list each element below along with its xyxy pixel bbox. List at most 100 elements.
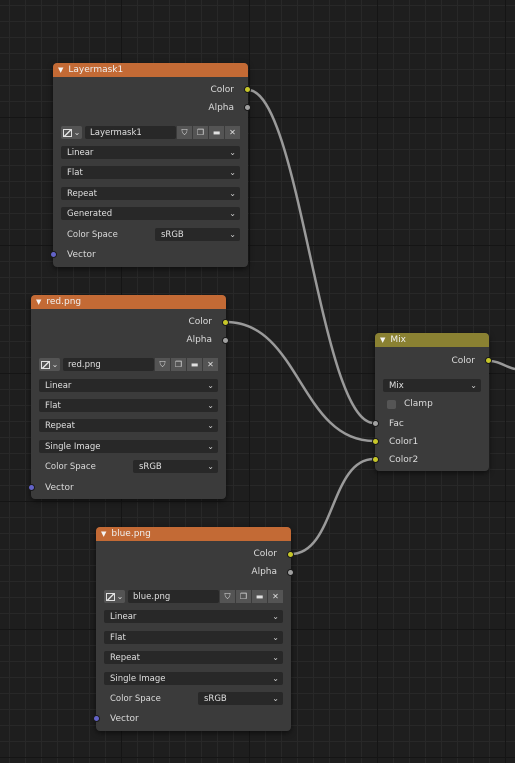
extension-dropdown[interactable]: Repeat ⌄ [39, 419, 218, 432]
chevron-down-icon: ⌄ [229, 230, 236, 239]
copy-icon[interactable]: ❐ [236, 590, 251, 603]
dropdown-value: Mix [389, 380, 404, 391]
image-texture-node-layermask[interactable]: ▼ Layermask1 Color Alpha ⌄ Layermask1 ⛉ … [50, 63, 251, 267]
source-dropdown[interactable]: Single Image ⌄ [39, 440, 218, 453]
source-dropdown[interactable]: Generated ⌄ [61, 207, 240, 220]
shield-icon[interactable]: ⛉ [177, 126, 192, 139]
close-icon[interactable]: ✕ [268, 590, 283, 603]
node-header[interactable]: ▼ blue.png [96, 527, 291, 541]
color2-input-socket[interactable] [372, 456, 379, 463]
color-space-row: Color Space sRGB ⌄ [39, 460, 218, 473]
projection-dropdown[interactable]: Flat ⌄ [104, 631, 283, 644]
image-name-field[interactable]: Layermask1 [85, 126, 176, 139]
folder-icon[interactable]: ▬ [252, 590, 267, 603]
image-name-field[interactable]: blue.png [128, 590, 219, 603]
node-header[interactable]: ▼ Mix [375, 333, 489, 347]
image-texture-node-blue[interactable]: ▼ blue.png Color Alpha ⌄ blue.png ⛉ ❐ ▬ … [93, 527, 294, 731]
mix-rgb-node[interactable]: ▼ Mix Color Mix ⌄ Clamp Fac Color1 Color2 [372, 333, 492, 471]
color-output-socket[interactable] [244, 86, 251, 93]
color-output-socket[interactable] [287, 551, 294, 558]
chevron-down-icon: ⌄ [229, 168, 236, 177]
image-name-field[interactable]: red.png [63, 358, 154, 371]
projection-dropdown[interactable]: Flat ⌄ [61, 166, 240, 179]
dropdown-value: Linear [67, 147, 94, 158]
color-space-dropdown[interactable]: sRGB ⌄ [155, 228, 240, 241]
chevron-down-icon: ⌄ [207, 421, 214, 430]
source-dropdown[interactable]: Single Image ⌄ [104, 672, 283, 685]
output-label: Alpha [208, 103, 234, 113]
interpolation-dropdown[interactable]: Linear ⌄ [104, 610, 283, 623]
chevron-down-icon: ⌄ [73, 128, 81, 137]
shield-icon[interactable]: ⛉ [155, 358, 170, 371]
vector-input-socket[interactable] [50, 251, 57, 258]
dropdown-value: sRGB [161, 229, 184, 240]
chevron-down-icon: ⌄ [51, 360, 59, 369]
link-layermask-color-to-mix-fac [247, 88, 375, 425]
blend-type-dropdown[interactable]: Mix ⌄ [383, 379, 481, 392]
projection-dropdown[interactable]: Flat ⌄ [39, 399, 218, 412]
image-texture-node-red[interactable]: ▼ red.png Color Alpha ⌄ red.png ⛉ ❐ ▬ ✕ … [28, 295, 229, 499]
color-space-label: Color Space [110, 693, 161, 704]
output-alpha: Alpha [251, 565, 277, 579]
chevron-down-icon: ⌄ [470, 381, 477, 390]
output-label: Alpha [186, 335, 212, 345]
shield-icon[interactable]: ⛉ [220, 590, 235, 603]
dropdown-value: Linear [45, 380, 72, 391]
extension-dropdown[interactable]: Repeat ⌄ [61, 187, 240, 200]
input-label: Vector [110, 714, 139, 724]
close-icon[interactable]: ✕ [203, 358, 218, 371]
input-label: Color1 [389, 437, 419, 447]
interpolation-dropdown[interactable]: Linear ⌄ [61, 146, 240, 159]
input-vector: Vector [45, 481, 74, 495]
input-fac: Fac [389, 417, 404, 431]
alpha-output-socket[interactable] [222, 337, 229, 344]
image-selector: ⌄ blue.png ⛉ ❐ ▬ ✕ [104, 590, 283, 603]
fac-input-socket[interactable] [372, 420, 379, 427]
interpolation-dropdown[interactable]: Linear ⌄ [39, 379, 218, 392]
collapse-icon[interactable]: ▼ [58, 66, 63, 74]
node-header[interactable]: ▼ red.png [31, 295, 226, 309]
alpha-output-socket[interactable] [244, 104, 251, 111]
copy-icon[interactable]: ❐ [193, 126, 208, 139]
image-browse-button[interactable]: ⌄ [104, 590, 125, 603]
output-label: Color [253, 549, 278, 559]
dropdown-value: Single Image [110, 673, 166, 684]
output-color: Color [189, 315, 213, 329]
vector-input-socket[interactable] [28, 484, 35, 491]
color-output-socket[interactable] [485, 357, 492, 364]
dropdown-value: Repeat [67, 188, 97, 199]
dropdown-value: Repeat [110, 652, 140, 663]
copy-icon[interactable]: ❐ [171, 358, 186, 371]
image-browse-button[interactable]: ⌄ [61, 126, 82, 139]
color-space-row: Color Space sRGB ⌄ [61, 228, 240, 241]
node-header[interactable]: ▼ Layermask1 [53, 63, 248, 77]
input-label: Vector [67, 250, 96, 260]
folder-icon[interactable]: ▬ [187, 358, 202, 371]
folder-icon[interactable]: ▬ [209, 126, 224, 139]
image-browse-button[interactable]: ⌄ [39, 358, 60, 371]
input-vector: Vector [67, 248, 96, 262]
close-icon[interactable]: ✕ [225, 126, 240, 139]
chevron-down-icon: ⌄ [229, 189, 236, 198]
clamp-checkbox-row[interactable]: Clamp [387, 397, 433, 411]
input-label: Color2 [389, 455, 419, 465]
output-color: Color [254, 547, 278, 561]
input-vector: Vector [110, 712, 139, 726]
collapse-icon[interactable]: ▼ [380, 336, 385, 344]
extension-dropdown[interactable]: Repeat ⌄ [104, 651, 283, 664]
image-selector: ⌄ Layermask1 ⛉ ❐ ▬ ✕ [61, 126, 240, 139]
dropdown-value: sRGB [204, 693, 227, 704]
vector-input-socket[interactable] [93, 715, 100, 722]
clamp-label: Clamp [404, 399, 433, 409]
color-space-dropdown[interactable]: sRGB ⌄ [198, 692, 283, 705]
output-color: Color [211, 83, 235, 97]
collapse-icon[interactable]: ▼ [36, 298, 41, 306]
chevron-down-icon: ⌄ [207, 442, 214, 451]
input-label: Fac [389, 419, 404, 429]
alpha-output-socket[interactable] [287, 569, 294, 576]
clamp-checkbox[interactable] [387, 399, 396, 409]
color1-input-socket[interactable] [372, 438, 379, 445]
color-space-dropdown[interactable]: sRGB ⌄ [133, 460, 218, 473]
collapse-icon[interactable]: ▼ [101, 530, 106, 538]
color-output-socket[interactable] [222, 319, 229, 326]
